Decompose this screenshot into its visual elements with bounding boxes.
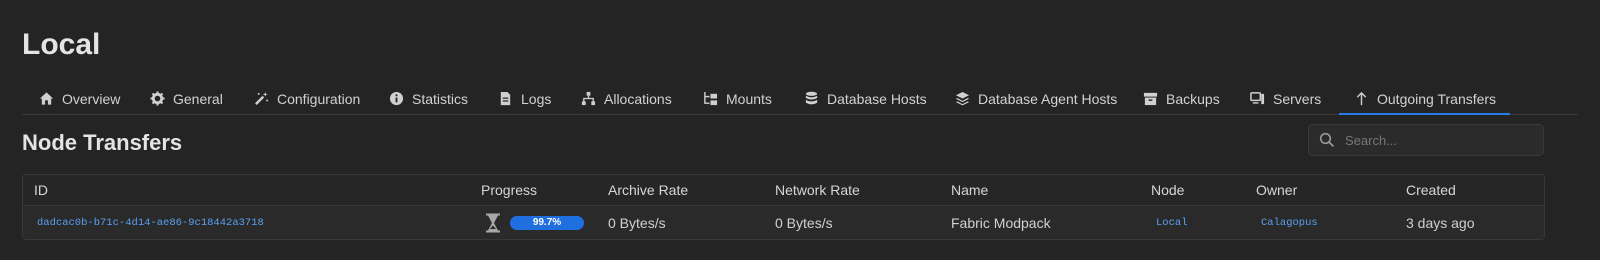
tab-backups-label: Backups [1166,90,1220,107]
file-icon [497,91,513,107]
tab-logs-label: Logs [521,90,552,107]
node-link[interactable]: Local [1156,206,1188,239]
column-header-name: Name [951,182,989,198]
layers-icon [954,91,970,107]
table-header: ID Progress Archive Rate Network Rate Na… [23,175,1544,206]
archive-icon [1142,91,1158,107]
database-icon [803,91,819,107]
tab-statistics-label: Statistics [412,90,469,107]
column-header-created: Created [1406,182,1456,198]
tab-servers-label: Servers [1273,90,1322,107]
tab-configuration[interactable]: Configuration [253,84,360,113]
network-rate-cell: 0 Bytes/s [775,214,833,231]
tab-general[interactable]: General [149,84,223,113]
tab-general-label: General [173,90,223,107]
created-cell: 3 days ago [1406,214,1475,231]
hourglass-icon [486,213,500,232]
table-row[interactable]: dadcac0b-b71c-4d14-ae86-9c18442a3718 99.… [23,206,1544,239]
tab-overview-label: Overview [62,90,121,107]
column-header-progress: Progress [481,182,538,198]
wand-icon [253,91,269,107]
progress-bar: 99.7% [510,215,584,230]
archive-rate-cell: 0 Bytes/s [608,214,666,231]
tab-backups[interactable]: Backups [1142,84,1220,113]
tab-database-agent-hosts[interactable]: Database Agent Hosts [954,84,1117,113]
section-title: Node Transfers [22,130,183,155]
tab-allocations-label: Allocations [604,90,672,107]
tab-overview[interactable]: Overview [38,84,120,113]
network-icon [580,91,596,107]
tab-logs[interactable]: Logs [497,84,551,113]
page-title: Local [22,28,101,61]
tab-bar: Overview General Configuration Statistic… [22,84,1578,115]
search-box [1308,124,1544,156]
tab-database-agent-hosts-label: Database Agent Hosts [978,90,1118,107]
tab-servers[interactable]: Servers [1249,84,1321,113]
transfer-id-link[interactable]: dadcac0b-b71c-4d14-ae86-9c18442a3718 [37,206,264,239]
name-cell: Fabric Modpack [951,214,1051,231]
tab-configuration-label: Configuration [277,90,361,107]
column-header-id: ID [34,182,48,198]
transfers-table: ID Progress Archive Rate Network Rate Na… [22,174,1545,240]
progress-cell: 99.7% [485,206,584,239]
tab-mounts-label: Mounts [726,90,772,107]
tab-mounts[interactable]: Mounts [702,84,772,113]
search-icon [1319,132,1335,148]
column-header-node: Node [1151,182,1185,198]
tab-database-hosts-label: Database Hosts [827,90,927,107]
tab-database-hosts[interactable]: Database Hosts [803,84,927,113]
info-icon [388,91,404,107]
gear-icon [149,91,165,107]
column-header-network-rate: Network Rate [775,182,860,198]
tab-outgoing-transfers[interactable]: Outgoing Transfers [1338,84,1511,115]
tab-statistics[interactable]: Statistics [388,84,468,113]
owner-link[interactable]: Calagopus [1261,206,1318,239]
home-icon [38,91,54,107]
column-header-owner: Owner [1256,182,1298,198]
search-input[interactable] [1343,125,1543,155]
arrow-up-icon [1353,91,1369,107]
progress-label: 99.7% [532,217,562,228]
tab-allocations[interactable]: Allocations [580,84,672,113]
column-header-archive-rate: Archive Rate [608,182,689,198]
computer-icon [1249,91,1265,107]
tab-outgoing-transfers-label: Outgoing Transfers [1377,90,1497,107]
folder-tree-icon [702,91,718,107]
